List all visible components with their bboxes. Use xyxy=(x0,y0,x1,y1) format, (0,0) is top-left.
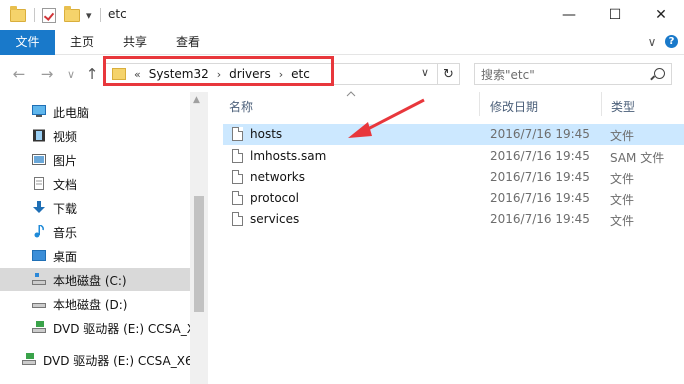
column-header-date[interactable]: 修改日期 xyxy=(490,98,538,115)
dvd-icon xyxy=(22,353,36,365)
help-icon[interactable]: ? xyxy=(665,35,678,48)
tab-share[interactable]: 共享 xyxy=(110,30,160,55)
folder-icon xyxy=(10,5,26,23)
desktop-icon xyxy=(32,250,46,261)
tab-home[interactable]: 主页 xyxy=(58,30,106,55)
title-bar: ▾ etc — ☐ ✕ xyxy=(0,0,684,30)
maximize-button[interactable]: ☐ xyxy=(592,0,638,30)
tab-file[interactable]: 文件 xyxy=(0,30,55,55)
toolbar-divider xyxy=(34,8,35,22)
nav-item-this-pc[interactable]: 此电脑 xyxy=(0,100,190,123)
back-button[interactable]: ← xyxy=(10,64,28,84)
nav-item-dvd-drive-root[interactable]: DVD 驱动器 (E:) CCSA_X64 xyxy=(0,348,200,371)
tab-view[interactable]: 查看 xyxy=(162,30,214,55)
computer-icon xyxy=(32,105,46,117)
file-icon xyxy=(232,127,243,141)
download-icon xyxy=(33,201,45,213)
close-button[interactable]: ✕ xyxy=(638,0,684,30)
toolbar-divider xyxy=(100,8,101,22)
file-icon xyxy=(232,212,243,226)
address-dropdown-icon[interactable]: ∨ xyxy=(421,66,429,79)
column-divider[interactable] xyxy=(601,92,602,116)
nav-item-music[interactable]: 音乐 xyxy=(0,220,190,243)
dvd-icon xyxy=(32,321,46,333)
nav-item-drive-c[interactable]: 本地磁盘 (C:) xyxy=(0,268,190,291)
nav-item-videos[interactable]: 视频 xyxy=(0,124,190,147)
column-header-name[interactable]: 名称 xyxy=(229,98,253,115)
forward-button[interactable]: → xyxy=(38,64,56,84)
refresh-button[interactable]: ↻ xyxy=(437,63,459,85)
address-highlight-box xyxy=(103,56,334,86)
video-icon xyxy=(33,129,45,142)
nav-item-drive-d[interactable]: 本地磁盘 (D:) xyxy=(0,292,190,315)
nav-item-documents[interactable]: 文档 xyxy=(0,172,190,195)
quick-access-dropdown-icon[interactable]: ▾ xyxy=(86,7,92,23)
properties-icon[interactable] xyxy=(42,7,56,23)
annotation-arrow-icon xyxy=(348,98,425,138)
search-icon[interactable] xyxy=(654,68,665,79)
file-icon xyxy=(232,170,243,184)
search-box[interactable] xyxy=(474,63,672,85)
minimize-button[interactable]: — xyxy=(546,0,592,30)
scroll-thumb[interactable] xyxy=(194,196,204,312)
drive-c-icon xyxy=(32,273,46,285)
music-icon xyxy=(34,225,44,238)
nav-scrollbar[interactable]: ▲ xyxy=(190,92,208,384)
window-title: etc xyxy=(108,7,127,21)
ribbon-tabs: 文件 主页 共享 查看 ∨ ? xyxy=(0,30,684,55)
up-button[interactable]: ↑ xyxy=(84,64,100,84)
file-row-protocol[interactable]: protocol 2016/7/16 19:45 文件 xyxy=(223,188,684,209)
nav-item-downloads[interactable]: 下载 xyxy=(0,196,190,219)
file-row-lmhosts[interactable]: lmhosts.sam 2016/7/16 19:45 SAM 文件 xyxy=(223,146,684,167)
scroll-up-icon[interactable]: ▲ xyxy=(193,95,200,105)
file-icon xyxy=(232,191,243,205)
recent-locations-button[interactable]: ∨ xyxy=(64,64,78,84)
column-header-type[interactable]: 类型 xyxy=(611,98,635,115)
column-divider[interactable] xyxy=(479,92,480,116)
column-header-row: 名称 修改日期 类型 xyxy=(208,92,684,116)
pictures-icon xyxy=(32,154,46,165)
navigation-pane: 此电脑 视频 图片 文档 下载 音乐 桌面 本地磁盘 (C:) 本地磁盘 (D:… xyxy=(0,92,208,384)
file-icon xyxy=(232,149,243,163)
documents-icon xyxy=(34,177,44,190)
drive-icon xyxy=(32,303,46,308)
file-row-services[interactable]: services 2016/7/16 19:45 文件 xyxy=(223,209,684,230)
nav-item-desktop[interactable]: 桌面 xyxy=(0,244,190,267)
file-row-hosts[interactable]: hosts 2016/7/16 19:45 文件 xyxy=(223,124,684,145)
nav-item-dvd-drive[interactable]: DVD 驱动器 (E:) CCSA_X6 xyxy=(0,316,203,339)
ribbon-collapse-icon[interactable]: ∨ xyxy=(645,35,659,49)
nav-item-pictures[interactable]: 图片 xyxy=(0,148,190,171)
search-input[interactable] xyxy=(481,67,641,82)
file-row-networks[interactable]: networks 2016/7/16 19:45 文件 xyxy=(223,167,684,188)
new-folder-icon[interactable] xyxy=(64,5,80,23)
